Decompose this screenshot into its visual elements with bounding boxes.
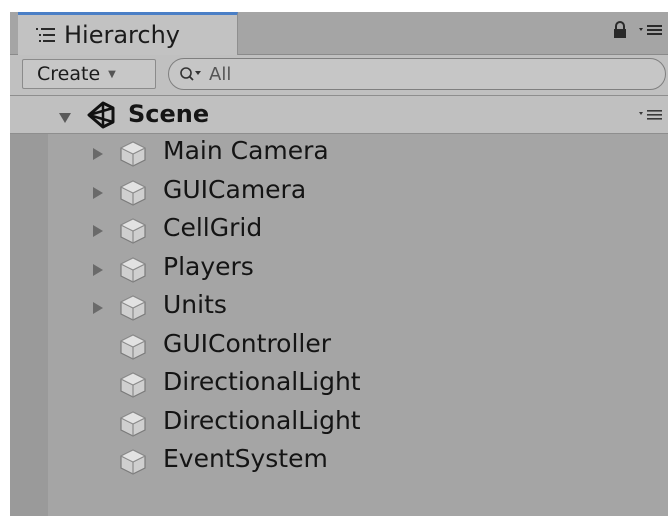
tab-hierarchy-label: Hierarchy: [64, 21, 181, 49]
tab-bar: Hierarchy: [10, 12, 668, 55]
hierarchy-item[interactable]: DirectionalLight: [48, 404, 668, 442]
hierarchy-item-label: CellGrid: [163, 213, 263, 242]
expand-arrow-icon[interactable]: [58, 109, 72, 128]
collapsed-arrow-icon[interactable]: [92, 300, 104, 319]
hierarchy-window: Hierarchy Create ▼ All Scene Main Camera…: [0, 0, 668, 516]
collapsed-arrow-icon[interactable]: [92, 262, 104, 281]
gameobject-cube-icon: [118, 216, 148, 250]
indent-gutter: [10, 134, 48, 516]
search-input[interactable]: [209, 63, 629, 85]
hierarchy-item-label: Main Camera: [163, 136, 329, 165]
hierarchy-item-label: GUICamera: [163, 174, 307, 204]
hierarchy-item-label: Units: [163, 290, 227, 319]
scene-menu-icon[interactable]: [638, 106, 664, 125]
hierarchy-list-icon: [34, 25, 58, 45]
gameobject-cube-icon: [118, 178, 148, 212]
scene-row[interactable]: Scene: [10, 96, 668, 134]
hierarchy-item[interactable]: CellGrid: [48, 211, 668, 249]
gameobject-cube-icon: [118, 447, 148, 481]
hierarchy-item-label: DirectionalLight: [163, 405, 361, 435]
hierarchy-item[interactable]: Players: [48, 250, 668, 288]
hierarchy-toolbar: Create ▼: [10, 55, 668, 96]
search-filter-icon[interactable]: [179, 66, 205, 82]
tab-actions: [612, 20, 664, 44]
create-dropdown-button[interactable]: Create ▼: [22, 59, 156, 89]
collapsed-arrow-icon[interactable]: [92, 185, 104, 204]
gameobject-cube-icon: [118, 409, 148, 443]
gameobject-cube-icon: [118, 370, 148, 404]
search-field[interactable]: [168, 58, 666, 90]
hierarchy-item-label: GUIController: [163, 328, 332, 358]
hierarchy-item[interactable]: Units: [48, 288, 668, 326]
hierarchy-item[interactable]: DirectionalLight: [48, 365, 668, 403]
hierarchy-item-label: EventSystem: [163, 444, 328, 473]
collapsed-arrow-icon[interactable]: [92, 146, 104, 165]
lock-icon[interactable]: [612, 20, 628, 44]
hierarchy-item-label: DirectionalLight: [163, 367, 361, 396]
hierarchy-item[interactable]: GUICamera: [48, 173, 668, 211]
gameobject-cube-icon: [118, 293, 148, 327]
scene-label: Scene: [128, 100, 210, 128]
chevron-down-icon: ▼: [108, 68, 116, 80]
tab-hierarchy[interactable]: Hierarchy: [18, 12, 238, 55]
gameobject-cube-icon: [118, 255, 148, 289]
gameobject-cube-icon: [118, 332, 148, 366]
hierarchy-item-label: Players: [163, 251, 254, 281]
gameobject-cube-icon: [118, 139, 148, 173]
panel-menu-icon[interactable]: [638, 22, 664, 42]
hierarchy-item[interactable]: GUIController: [48, 327, 668, 365]
hierarchy-item[interactable]: Main Camera: [48, 134, 668, 172]
create-label: Create: [37, 63, 101, 85]
unity-logo-icon: [86, 101, 116, 133]
hierarchy-item[interactable]: EventSystem: [48, 442, 668, 480]
collapsed-arrow-icon[interactable]: [92, 223, 104, 242]
